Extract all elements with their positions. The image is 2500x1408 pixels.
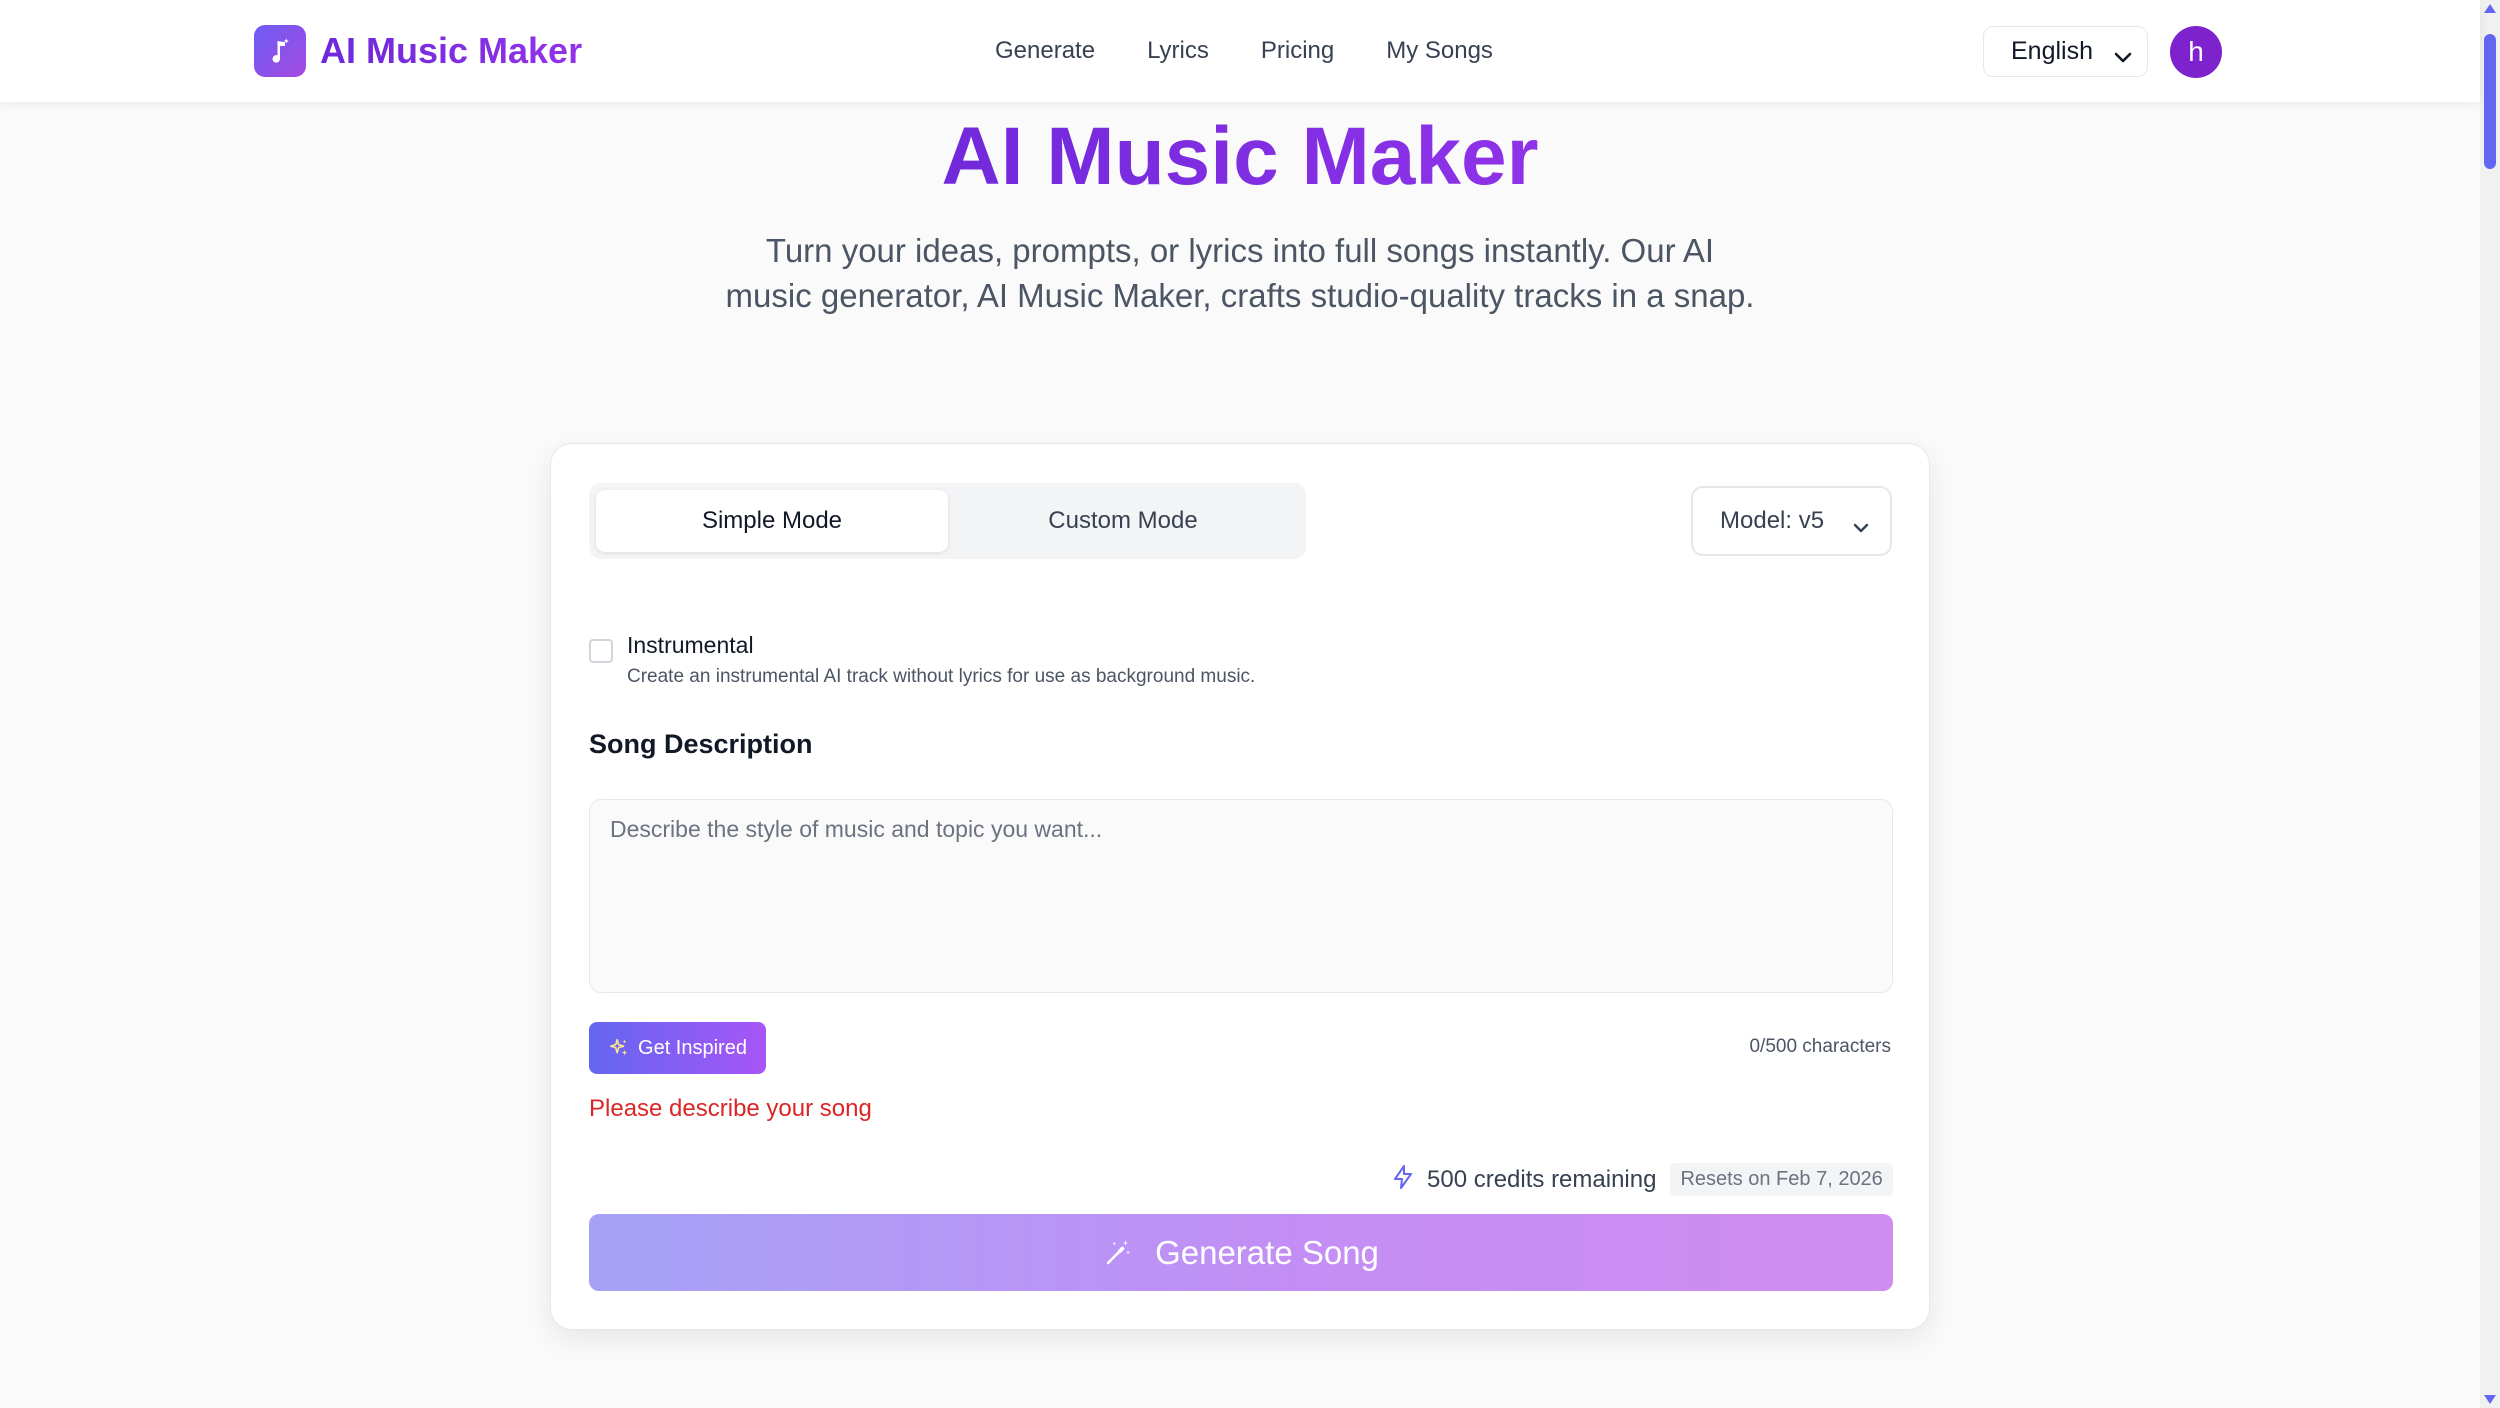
tab-simple-mode[interactable]: Simple Mode: [596, 490, 948, 552]
generate-song-label: Generate Song: [1155, 1233, 1379, 1271]
nav-pricing[interactable]: Pricing: [1261, 32, 1334, 70]
generate-song-button[interactable]: Generate Song: [589, 1214, 1893, 1291]
credits-reset-badge: Resets on Feb 7, 2026: [1670, 1163, 1893, 1196]
brand-name: AI Music Maker: [320, 30, 583, 71]
lightning-icon: [1391, 1164, 1415, 1195]
magic-wand-icon: [1103, 1238, 1133, 1268]
scroll-down-arrow-icon[interactable]: [2484, 1395, 2496, 1404]
song-generator-card: Simple Mode Custom Mode Model: v5 Instru…: [550, 443, 1930, 1330]
scrollbar-thumb[interactable]: [2484, 34, 2496, 169]
nav-lyrics[interactable]: Lyrics: [1147, 32, 1209, 70]
page-title: AI Music Maker: [0, 102, 2480, 212]
sparkles-icon: [608, 1037, 630, 1059]
tab-custom-mode[interactable]: Custom Mode: [947, 490, 1299, 552]
instrumental-checkbox[interactable]: [589, 639, 613, 663]
language-selected: English: [2011, 37, 2093, 65]
credits-remaining: 500 credits remaining: [1427, 1165, 1657, 1193]
scroll-up-arrow-icon[interactable]: [2484, 4, 2496, 13]
validation-error: Please describe your song: [589, 1095, 872, 1122]
main-nav: Generate Lyrics Pricing My Songs: [995, 32, 1545, 70]
user-avatar[interactable]: h: [2170, 26, 2222, 78]
song-description-input[interactable]: [589, 799, 1893, 993]
mode-toggle: Simple Mode Custom Mode: [589, 483, 1306, 559]
nav-my-songs[interactable]: My Songs: [1386, 32, 1493, 70]
model-selected: Model: v5: [1720, 507, 1825, 534]
chevron-down-icon: [2113, 43, 2133, 72]
get-inspired-label: Get Inspired: [638, 1036, 747, 1059]
song-description-title: Song Description: [589, 729, 813, 759]
character-count: 0/500 characters: [1749, 1036, 1891, 1057]
top-header: AI Music Maker Generate Lyrics Pricing M…: [0, 0, 2480, 102]
chevron-down-icon: [1852, 513, 1870, 541]
page-subtitle: Turn your ideas, prompts, or lyrics into…: [725, 232, 1755, 314]
page-scrollbar[interactable]: [2480, 0, 2500, 1408]
instrumental-help-text: Create an instrumental AI track without …: [627, 666, 1256, 687]
brand[interactable]: AI Music Maker: [254, 25, 582, 77]
model-select[interactable]: Model: v5: [1691, 486, 1892, 556]
music-note-icon: [254, 25, 306, 77]
credits-info: 500 credits remaining Resets on Feb 7, 2…: [1391, 1163, 1893, 1196]
get-inspired-button[interactable]: Get Inspired: [589, 1022, 766, 1074]
nav-generate[interactable]: Generate: [995, 32, 1095, 70]
language-select[interactable]: English: [1983, 26, 2148, 77]
instrumental-label: Instrumental: [627, 632, 754, 658]
